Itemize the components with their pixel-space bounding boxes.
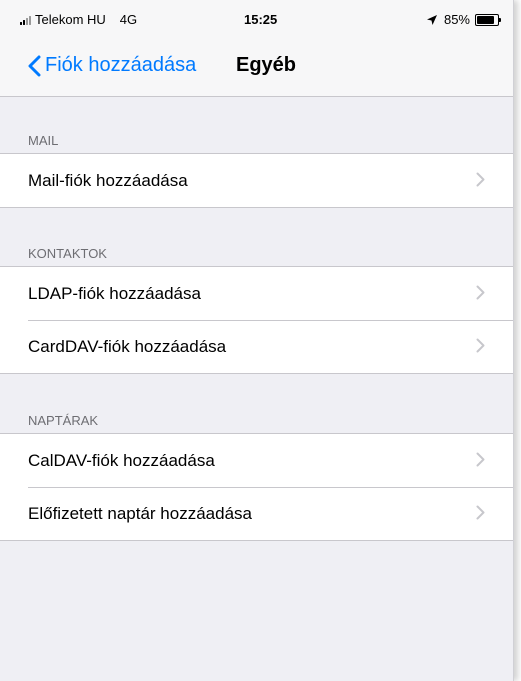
section-group-calendars: CalDAV-fiók hozzáadása Előfizetett naptá… [0,433,513,541]
chevron-right-icon [476,285,485,300]
section-group-contacts: LDAP-fiók hozzáadása CardDAV-fiók hozzáa… [0,266,513,374]
status-right: 85% [426,12,501,27]
section-header-calendars: NAPTÁRAK [28,413,99,428]
section-header-contacts: KONTAKTOK [28,246,107,261]
battery-fill [477,15,494,24]
status-bar: Telekom HU 4G 15:25 85% [0,0,513,34]
chevron-right-icon [476,452,485,467]
carrier-name: Telekom HU [35,12,106,27]
chevron-right-icon [476,172,485,187]
status-left: Telekom HU 4G [20,12,137,27]
back-label: Fiók hozzáadása [45,54,197,76]
network-type: 4G [119,12,138,27]
section-group-mail: Mail-fiók hozzáadása [0,153,513,208]
status-time: 15:25 [244,12,278,27]
row-label: LDAP-fiók hozzáadása [28,283,201,303]
row-add-subscribed-calendar[interactable]: Előfizetett naptár hozzáadása [0,487,513,540]
row-label: CalDAV-fiók hozzáadása [28,450,215,470]
navigation-bar: Fiók hozzáadása Egyéb [0,48,513,92]
row-add-carddav-account[interactable]: CardDAV-fiók hozzáadása [0,320,513,373]
top-bar: Telekom HU 4G 15:25 85% Fiók hozzáadása … [0,0,513,97]
row-label: Előfizetett naptár hozzáadása [28,503,252,523]
chevron-right-icon [476,338,485,353]
row-add-caldav-account[interactable]: CalDAV-fiók hozzáadása [0,434,513,487]
row-label: Mail-fiók hozzáadása [28,170,188,190]
battery-icon [475,13,501,26]
row-add-ldap-account[interactable]: LDAP-fiók hozzáadása [0,267,513,320]
chevron-right-icon [476,505,485,520]
chevron-left-icon [28,55,41,76]
battery-percent: 85% [443,12,470,27]
signal-icon [20,15,32,25]
back-button[interactable]: Fiók hozzáadása [28,54,196,77]
settings-screen: Telekom HU 4G 15:25 85% Fiók hozzáadása … [0,0,514,681]
section-header-mail: MAIL [28,133,59,148]
row-add-mail-account[interactable]: Mail-fiók hozzáadása [0,154,513,207]
page-title: Egyéb [236,54,297,76]
row-label: CardDAV-fiók hozzáadása [28,336,227,356]
location-arrow-icon [426,14,437,25]
